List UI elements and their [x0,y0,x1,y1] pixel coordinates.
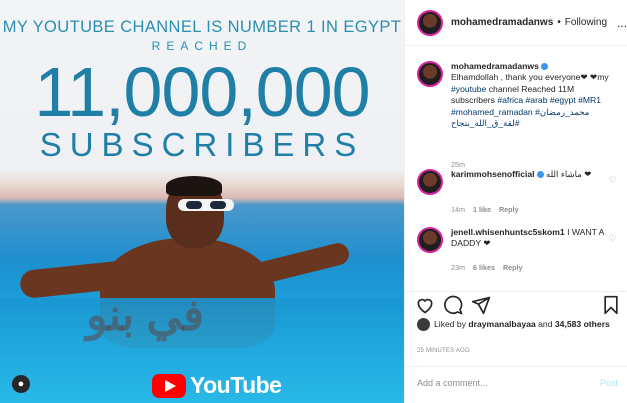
avatar[interactable] [417,169,443,195]
bookmark-icon[interactable] [601,295,621,315]
youtube-wordmark: YouTube [190,372,282,398]
like-comment-heart-icon[interactable]: ♡ [609,233,617,244]
comment-username[interactable]: jenell.whisenhuntsc5skom1 [451,227,565,237]
comments-list[interactable]: mohamedramadanws Elhamdollah , thank you… [405,47,627,285]
comment-text: jenell.whisenhuntsc5skom1 I WANT A DADDY… [451,227,609,250]
following-button[interactable]: Following [565,17,607,28]
likes-summary: Liked by draymanalbayaa and 34,583 other… [417,318,622,331]
add-comment-bar: Add a comment... Post [405,366,627,403]
caption-username[interactable]: mohamedramadanws [451,61,539,71]
likes-middle: and [535,318,555,329]
comment-likes[interactable]: 6 likes [473,263,495,272]
image-subscriber-count: 11,000,000 [34,53,370,131]
comment-username[interactable]: karimmohsenofficial [451,169,535,179]
image-reached-text: REACHED [151,39,253,53]
likes-prefix: Liked by [434,318,469,329]
header-dot: • [557,17,561,28]
caption-text: mohamedramadanws Elhamdollah , thank you… [451,61,609,129]
post-image[interactable]: MY YOUTUBE CHANNEL IS NUMBER 1 IN EGYPT … [0,0,404,403]
liker-username[interactable]: draymanalbayaa [468,319,535,329]
heart-icon[interactable] [415,295,435,315]
caption: mohamedramadanws Elhamdollah , thank you… [417,61,617,169]
comment-likes[interactable]: 1 like [473,205,491,214]
comment-icon[interactable] [443,295,463,315]
avatar[interactable] [417,227,443,253]
comment-meta: 23m 6 likes Reply [451,263,523,272]
comment-item: karimmohsenofficial ماشاء الله ❤ ♡ 14m 1 … [417,169,617,219]
comment-body: ماشاء الله ❤ [545,169,592,179]
avatar[interactable] [417,9,443,36]
liker-avatar[interactable] [417,318,430,331]
comment-item: jenell.whisenhuntsc5skom1 I WANT A DADDY… [417,227,617,277]
verified-badge-icon [540,63,548,71]
likes-count[interactable]: 34,583 others [555,319,610,329]
comment-time[interactable]: 14m [451,205,465,214]
post-timestamp[interactable]: 25 MINUTES AGO [417,348,470,354]
avatar[interactable] [417,61,443,87]
post-comment-button[interactable]: Post [600,378,618,388]
comment-text: karimmohsenofficial ماشاء الله ❤ [451,169,609,180]
post-side-panel: mohamedramadanws • Following ... mohamed… [404,0,627,403]
comment-time[interactable]: 23m [451,263,465,272]
tagged-user-icon[interactable]: ● [12,375,30,393]
figure-hair [166,176,222,196]
watermark-logo: في بنو [86,291,205,340]
verified-badge-icon [536,171,544,179]
caption-time[interactable]: 25m [451,160,465,169]
sunglasses-lens [210,201,226,209]
sunglasses-lens [186,201,202,209]
post-header: mohamedramadanws • Following ... [405,0,627,46]
more-options-icon[interactable]: ... [617,16,627,30]
hashtag-link[interactable]: #youtube [451,84,486,94]
like-comment-heart-icon[interactable]: ♡ [609,175,617,186]
reply-button[interactable]: Reply [499,205,519,214]
image-subscribers-text: SUBSCRIBERS [39,126,365,163]
caption-body: Elhamdollah , thank you everyone❤ ❤my [451,72,609,83]
action-bar [405,291,627,317]
sunglasses [178,199,234,211]
reply-button[interactable]: Reply [503,263,523,272]
header-username[interactable]: mohamedramadanws [451,17,553,28]
comment-meta: 14m 1 like Reply [451,205,519,214]
image-headline: MY YOUTUBE CHANNEL IS NUMBER 1 IN EGYPT [2,18,402,36]
share-icon[interactable] [471,295,491,315]
comments-scrollbar[interactable] [623,46,627,286]
youtube-play-icon [152,374,186,398]
add-comment-input[interactable]: Add a comment... [417,378,488,388]
